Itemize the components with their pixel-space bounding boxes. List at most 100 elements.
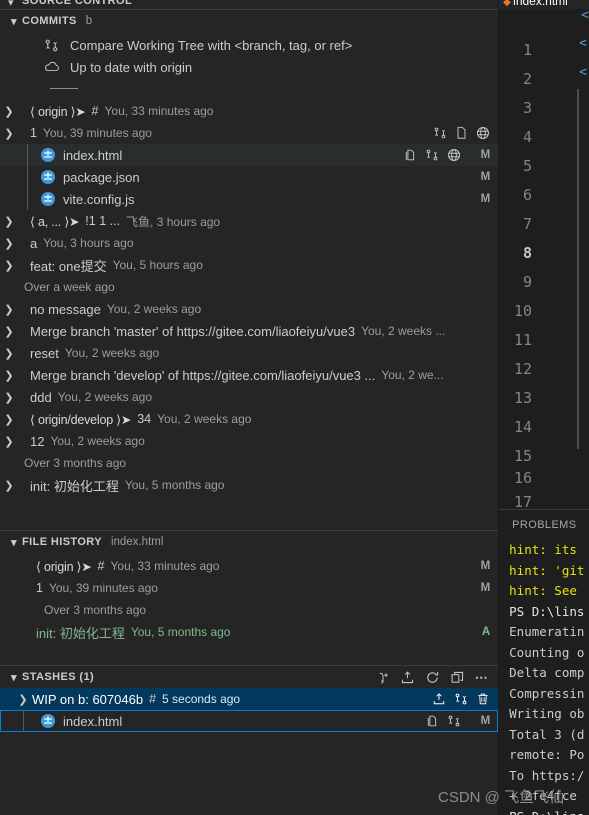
- line-number: 12: [513, 360, 532, 378]
- stash-pop-icon[interactable]: [432, 692, 446, 706]
- chevron-right-icon[interactable]: ❯: [0, 413, 18, 426]
- terminal-line: Writing ob: [509, 706, 585, 721]
- chevron-right-icon[interactable]: ❯: [0, 391, 18, 404]
- line-number-active: 8: [522, 244, 532, 262]
- commit-row[interactable]: ❯ Merge branch 'master' of https://gitee…: [0, 320, 498, 342]
- up-to-date-label: Up to date with origin: [70, 59, 193, 75]
- file-history-row[interactable]: ⟨ origin ⟩➤ # You, 33 minutes ago M: [0, 555, 498, 577]
- trash-icon[interactable]: [476, 692, 490, 706]
- chevron-right-icon[interactable]: ❯: [0, 369, 18, 382]
- terminal-line: Delta comp: [509, 665, 585, 680]
- commit-hash: 1: [36, 581, 43, 595]
- commit-message: 12: [30, 433, 45, 449]
- file-name: vite.config.js: [63, 191, 135, 207]
- chevron-right-icon[interactable]: ❯: [0, 303, 18, 316]
- stash-pop-icon[interactable]: [400, 670, 415, 685]
- source-control-section-header-cut[interactable]: ▾ SOURCE CONTROL: [0, 0, 499, 10]
- line-number: 13: [513, 389, 532, 407]
- stash-file-row[interactable]: index.html M: [0, 710, 499, 732]
- commit-row[interactable]: ❯ feat: one提交 You, 5 hours ago: [0, 254, 498, 276]
- commit-message: Merge branch 'master' of https://gitee.c…: [30, 323, 356, 339]
- file-status-badge: M: [480, 171, 491, 183]
- commit-ref: ⟨ origin ⟩➤: [30, 104, 86, 119]
- git-compare-icon[interactable]: [454, 692, 468, 706]
- chevron-right-icon[interactable]: ❯: [0, 479, 18, 492]
- commit-row-expanded[interactable]: ❯ 1 You, 39 minutes ago: [0, 122, 498, 144]
- stashes-section-header[interactable]: ▾ STASHES (1) ⋯: [0, 665, 499, 688]
- stash-meta: 5 seconds ago: [162, 692, 241, 706]
- commit-message: feat: one提交: [30, 258, 107, 274]
- file-row-vite-config-js[interactable]: vite.config.js M: [0, 188, 498, 210]
- commit-meta: You, 3 hours ago: [43, 236, 134, 250]
- commit-row[interactable]: ❯ init: 初始化工程 You, 5 months ago: [0, 474, 498, 496]
- globe-icon[interactable]: [476, 126, 490, 140]
- file-row-index-html[interactable]: index.html M: [0, 144, 499, 166]
- commit-row[interactable]: ❯ ddd You, 2 weeks ago: [0, 386, 498, 408]
- terminal-line: Total 3 (d: [509, 726, 585, 742]
- stash-add-icon[interactable]: [375, 670, 390, 685]
- commit-row[interactable]: ❯ ⟨ a, ... ⟩➤ !1 1 ... 飞鱼, 3 hours ago: [0, 210, 498, 232]
- commit-row[interactable]: ❯ 12 You, 2 weeks ago: [0, 430, 498, 452]
- file-name: index.html: [63, 713, 123, 729]
- refresh-icon[interactable]: [425, 670, 440, 685]
- open-file-icon[interactable]: [404, 148, 417, 162]
- globe-icon[interactable]: [447, 148, 461, 162]
- chevron-down-icon[interactable]: ❯: [0, 127, 18, 140]
- commit-meta: You, 2 we...: [381, 368, 444, 382]
- code-fragment: <: [581, 9, 589, 23]
- git-compare-icon[interactable]: [433, 126, 447, 140]
- editor-tab-label[interactable]: index.html: [513, 0, 568, 8]
- chevron-right-icon[interactable]: ❯: [0, 105, 18, 118]
- file-history-section-header[interactable]: ▾ FILE HISTORY index.html: [0, 531, 498, 553]
- chevron-right-icon[interactable]: ❯: [0, 325, 18, 338]
- vscode-window: ▾ SOURCE CONTROL ▾ COMMITS b Compare Wor…: [0, 0, 589, 815]
- chevron-down-icon[interactable]: ❯: [14, 693, 32, 706]
- compare-working-tree-action[interactable]: Compare Working Tree with <branch, tag, …: [0, 34, 498, 56]
- more-actions-icon[interactable]: ⋯: [475, 671, 488, 684]
- line-number: 14: [513, 418, 532, 436]
- git-compare-icon[interactable]: [425, 148, 439, 162]
- file-history-row[interactable]: init: 初始化工程 You, 5 months ago A: [0, 621, 498, 643]
- commit-message: a: [30, 235, 38, 251]
- copy-file-icon[interactable]: [455, 126, 468, 140]
- tab-problems[interactable]: PROBLEMS: [512, 519, 576, 531]
- commit-row[interactable]: ❯ ⟨ origin/develop ⟩➤ 34 You, 2 weeks ag…: [0, 408, 498, 430]
- git-compare-icon[interactable]: [447, 714, 461, 728]
- line-number: 17: [513, 493, 532, 509]
- commit-message: init: 初始化工程: [36, 625, 125, 641]
- collapse-all-icon[interactable]: [450, 670, 465, 685]
- commit-row[interactable]: ❯ reset You, 2 weeks ago: [0, 342, 498, 364]
- chevron-right-icon[interactable]: ❯: [0, 237, 18, 250]
- open-file-icon[interactable]: [426, 714, 439, 728]
- commits-section-header[interactable]: ▾ COMMITS b: [0, 10, 498, 32]
- stash-row[interactable]: ❯ WIP on b: 607046b # 5 seconds ago: [0, 688, 499, 710]
- line-number: 5: [522, 157, 532, 175]
- stash-file-actions: [426, 714, 461, 728]
- chevron-right-icon[interactable]: ❯: [0, 259, 18, 272]
- commit-meta: You, 33 minutes ago: [110, 559, 220, 573]
- chevron-right-icon[interactable]: ❯: [0, 215, 18, 228]
- file-history-group-label: Over 3 months ago: [44, 603, 147, 617]
- code-editor[interactable]: 1 2 3 4 5 6 7 8 9 10 11 12 13 14 15 16 1…: [499, 9, 589, 509]
- commit-ref: ⟨ a, ... ⟩➤: [30, 214, 80, 229]
- terminal-output[interactable]: hint: its hint: 'git hint: See PS D:\lin…: [499, 540, 589, 815]
- commit-row[interactable]: ❯ no message You, 2 weeks ago: [0, 298, 498, 320]
- chevron-right-icon[interactable]: ❯: [0, 347, 18, 360]
- stash-message: WIP on b: 607046b: [32, 691, 144, 707]
- chevron-right-icon[interactable]: ❯: [0, 435, 18, 448]
- cloud-icon: [44, 60, 62, 74]
- up-to-date-action[interactable]: Up to date with origin: [0, 56, 498, 78]
- commit-row[interactable]: ❯ ⟨ origin ⟩➤ # You, 33 minutes ago: [0, 100, 498, 122]
- commit-row[interactable]: ❯ a You, 3 hours ago: [0, 232, 498, 254]
- commit-row[interactable]: ❯ Merge branch 'develop' of https://gite…: [0, 364, 498, 386]
- file-history-row[interactable]: 1 You, 39 minutes ago M: [0, 577, 498, 599]
- stash-row-actions: [432, 692, 490, 706]
- editor-scrollbar[interactable]: [577, 89, 579, 449]
- commit-meta: You, 2 weeks ago: [50, 434, 145, 448]
- commit-meta: You, 5 months ago: [124, 478, 225, 492]
- terminal-line: To https:/: [509, 767, 585, 783]
- line-number: 7: [522, 215, 532, 233]
- commit-hash: 1: [30, 126, 37, 140]
- commit-message: reset: [30, 345, 59, 361]
- file-row-package-json[interactable]: package.json M: [0, 166, 498, 188]
